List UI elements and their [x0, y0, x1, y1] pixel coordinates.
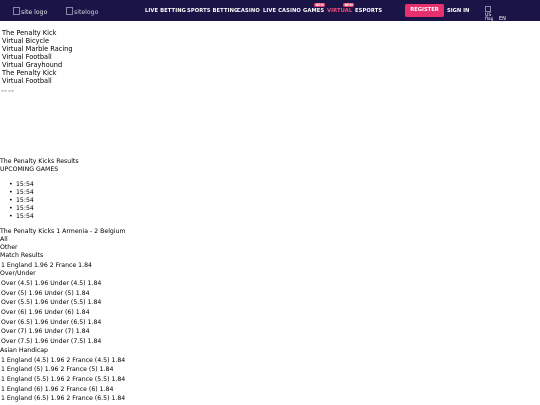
game-link[interactable]: Virtual Football — [2, 53, 52, 61]
broken-image-icon — [13, 7, 20, 15]
asian-handicap-odds-row[interactable]: 1 England (5) 1.96 2 France (5) 1.84 — [1, 366, 113, 374]
asian-handicap-odds-row[interactable]: 1 England (4.5) 1.96 2 France (4.5) 1.84 — [1, 357, 125, 365]
site-logo-alt-text: site logo — [21, 9, 48, 16]
over-under-odds-row[interactable]: Over (5) 1.96 Under (5) 1.84 — [1, 290, 90, 298]
carousel-arrows[interactable]: << >> — [1, 89, 14, 93]
asian-handicap-odds-row[interactable]: 1 England (6) 1.96 2 France (6) 1.84 — [1, 386, 113, 394]
nav-live-betting[interactable]: LIVE BETTING — [145, 8, 186, 14]
virtual-new-badge: NEW — [343, 3, 355, 7]
filter-all-tab[interactable]: All — [0, 236, 8, 244]
upcoming-game-time[interactable]: 15:54 — [9, 181, 34, 189]
over-under-label: Over/Under — [0, 270, 36, 277]
over-under-odds-row[interactable]: Over (6.5) 1.96 Under (6.5) 1.84 — [1, 319, 101, 327]
broken-image-icon — [66, 7, 73, 15]
language-flag[interactable]: US flag — [485, 6, 493, 21]
sign-in-link[interactable]: SIGN IN — [447, 8, 469, 14]
match-results-label: Match Results — [0, 252, 44, 259]
nav-live-casino[interactable]: LIVE CASINO — [263, 8, 301, 14]
upcoming-game-time[interactable]: 15:54 — [9, 197, 34, 205]
upcoming-games-title: UPCOMING GAMES — [0, 166, 59, 173]
filter-other-tab[interactable]: Other — [0, 244, 18, 252]
results-title: The Penalty Kicks Results — [0, 158, 79, 165]
asian-handicap-odds-row[interactable]: 1 England (5.5) 1.96 2 France (5.5) 1.84 — [1, 376, 125, 384]
over-under-odds-row[interactable]: Over (5.5) 1.96 Under (5.5) 1.84 — [1, 299, 101, 307]
games-new-badge: NEW — [314, 3, 326, 7]
over-under-odds-row[interactable]: Over (4.5) 1.96 Under (4.5) 1.84 — [1, 280, 101, 288]
over-under-odds-row[interactable]: Over (7) 1.96 Under (7) 1.84 — [1, 328, 90, 336]
nav-virtual[interactable]: VIRTUAL — [327, 8, 352, 14]
upcoming-game-time[interactable]: 15:54 — [9, 189, 34, 197]
secondary-logo[interactable]: sitelogo — [66, 7, 98, 16]
game-link[interactable]: Virtual Football — [2, 77, 52, 85]
language-flag-alt-text: US flag — [485, 13, 493, 21]
nav-esports[interactable]: ESPORTS — [355, 8, 382, 14]
asian-handicap-label: Asian Handicap — [0, 347, 48, 354]
top-navigation-bar: site logo sitelogo LIVE BETTING SPORTS B… — [0, 0, 540, 22]
over-under-odds-row[interactable]: Over (6) 1.96 Under (6) 1.84 — [1, 309, 90, 317]
match-results-odds-row[interactable]: 1 England 1.96 2 France 1.84 — [1, 262, 92, 270]
site-logo[interactable]: site logo — [13, 7, 47, 16]
match-title: The Penalty Kicks 1 Armenia - 2 Belgium — [0, 228, 126, 235]
game-link[interactable]: Virtual Marble Racing — [2, 45, 73, 53]
nav-casino[interactable]: CASINO — [237, 8, 260, 14]
game-link[interactable]: The Penalty Kick — [2, 29, 56, 37]
game-link[interactable]: Virtual Bicycle — [2, 37, 49, 45]
language-code[interactable]: EN — [499, 16, 506, 22]
flag-icon — [485, 6, 491, 12]
nav-sports-betting[interactable]: SPORTS BETTING — [187, 8, 238, 14]
nav-games[interactable]: GAMES — [303, 8, 324, 14]
register-button[interactable]: REGISTER — [405, 4, 444, 17]
game-link[interactable]: Virtual Grayhound — [2, 61, 62, 69]
secondary-logo-alt-text: sitelogo — [74, 9, 99, 16]
upcoming-game-time[interactable]: 15:54 — [9, 213, 34, 221]
asian-handicap-odds-row[interactable]: 1 England (6.5) 1.96 2 France (6.5) 1.84 — [1, 395, 125, 403]
upcoming-game-time[interactable]: 15:54 — [9, 205, 34, 213]
over-under-odds-row[interactable]: Over (7.5) 1.96 Under (7.5) 1.84 — [1, 338, 101, 346]
game-link[interactable]: The Penalty Kick — [2, 69, 56, 77]
